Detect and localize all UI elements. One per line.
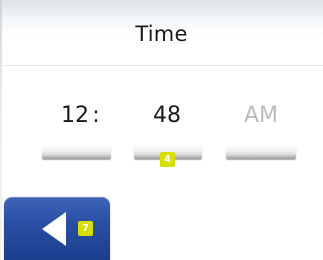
time-settings-screen: Time 12 : 48 AM 4 7 — [0, 0, 323, 260]
left-triangle-icon — [42, 212, 66, 246]
am-pm-value[interactable]: AM — [231, 103, 291, 128]
am-pm-slot[interactable] — [226, 146, 296, 159]
time-separator: : — [92, 103, 100, 128]
minutes-slot-badge: 4 — [160, 152, 175, 167]
back-button-badge: 7 — [78, 221, 93, 236]
header-divider — [0, 65, 323, 66]
back-button[interactable] — [4, 197, 110, 260]
hours-slot[interactable] — [42, 146, 111, 159]
page-title: Time — [135, 22, 188, 46]
minutes-value[interactable]: 48 — [137, 103, 197, 128]
